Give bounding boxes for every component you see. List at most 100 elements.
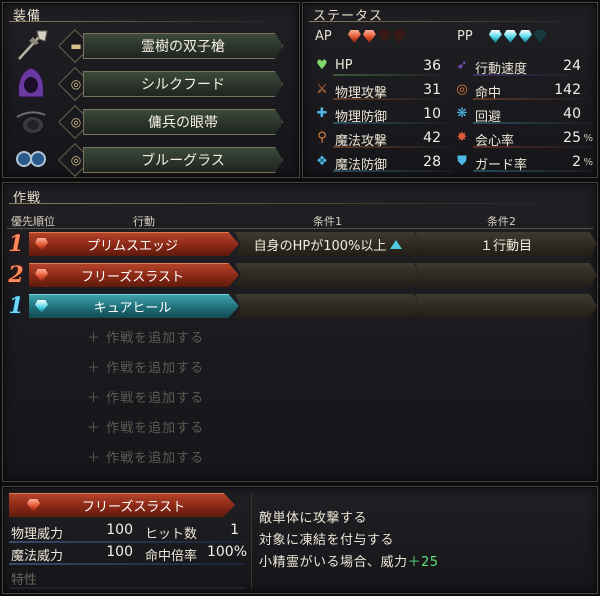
condition-1-button[interactable]: 自身のHPが100%以上	[235, 232, 421, 256]
pp-label: PP	[457, 29, 473, 44]
skill-desc-line-1: 敵単体に攻撃する	[259, 511, 368, 526]
action-label: プリムスエッジ	[86, 239, 178, 254]
ap-gem-icon	[27, 499, 40, 512]
condition-2-button[interactable]	[415, 263, 597, 287]
stat-right-1: ◎ 命中 142	[453, 79, 593, 101]
tactic-row[interactable]: キュアヒール 1	[3, 293, 599, 319]
spear-icon	[18, 30, 48, 60]
stat-left-4: ❖ 魔法防御 28	[313, 151, 453, 173]
add-tactic-button[interactable]: ＋ 作戦を追加する	[87, 417, 204, 436]
pp-gems	[488, 29, 549, 44]
stat-value: 42	[423, 130, 441, 146]
hits-value: 1	[230, 522, 239, 538]
stat-value: 2	[572, 154, 581, 170]
ap-label: AP	[315, 29, 332, 44]
ap-gauge: AP	[315, 29, 408, 44]
ap-gem-icon	[35, 269, 48, 282]
stat-left-3: ⚲ 魔法攻撃 42	[313, 127, 453, 149]
condition-1-label: 自身のHPが100%以上	[253, 238, 387, 254]
divider	[309, 21, 591, 22]
mag-power-value: 100	[106, 544, 133, 560]
priority-number[interactable]: 1	[5, 293, 27, 319]
target-icon: ◎	[456, 82, 468, 97]
accuracy-value: 100%	[206, 544, 247, 560]
stat-left-0: ♥ HP 36	[313, 55, 453, 77]
divider	[9, 541, 245, 543]
equipment-panel: 装備 ▬ 霊樹の双子槍 ◎ シルクフード ◎ 傭兵の眼帯 ◎ ブルーグラス	[2, 2, 300, 178]
stat-left-1: ⚔ 物理攻撃 31	[313, 79, 453, 101]
equipment-slot-head[interactable]: ◎ シルクフード	[11, 65, 293, 101]
stat-unit: %	[583, 157, 593, 168]
wing-icon: ➶	[456, 58, 468, 73]
stat-unit: %	[583, 133, 593, 144]
stat-left-2: ✚ 物理防御 10	[313, 103, 453, 125]
action-button[interactable]: キュアヒール	[29, 294, 239, 318]
action-label: キュアヒール	[93, 301, 172, 316]
stat-label: 会心率	[475, 134, 515, 149]
add-tactic-button[interactable]: ＋ 作戦を追加する	[87, 327, 204, 346]
stat-label: 物理防御	[335, 110, 388, 125]
ring-slot-icon: ◎	[70, 153, 82, 167]
stat-right-2: ❋ 回避 40	[453, 103, 593, 125]
ap-gems	[347, 29, 408, 44]
stat-value: 31	[423, 82, 441, 98]
gem-empty-icon	[392, 30, 406, 43]
critical-icon: ✸	[456, 130, 468, 145]
equipment-name: 霊樹の双子槍	[83, 33, 283, 59]
phys-power-value: 100	[106, 522, 133, 538]
condition-1-button[interactable]	[235, 294, 421, 318]
stat-value: 10	[423, 106, 441, 122]
trait-label: 特性	[11, 573, 38, 588]
stat-label: HP	[335, 58, 353, 73]
stat-value: 24	[563, 58, 581, 74]
condition-2-button[interactable]: １行動目	[415, 232, 597, 256]
eyepatch-icon	[16, 111, 46, 135]
condition-2-button[interactable]	[415, 294, 597, 318]
tactic-row[interactable]: フリーズスラスト 2	[3, 262, 599, 288]
add-tactic-button[interactable]: ＋ 作戦を追加する	[87, 447, 204, 466]
hits-label: ヒット数	[145, 527, 198, 542]
header-action: 行動	[133, 215, 155, 228]
stat-right-3: ✸ 会心率 25%	[453, 127, 593, 149]
stat-right-0: ➶ 行動速度 24	[453, 55, 593, 77]
shield-icon: ⛊	[457, 154, 467, 169]
skill-desc-text: 小精霊がいる場合、威力	[259, 555, 408, 570]
mag-power-label: 魔法威力	[11, 549, 64, 564]
triangle-up-icon	[390, 239, 403, 249]
action-button[interactable]: プリムスエッジ	[29, 232, 239, 256]
gem-filled-icon	[488, 30, 502, 43]
stat-label: 回避	[475, 110, 502, 125]
equipment-slot-weapon[interactable]: ▬ 霊樹の双子槍	[11, 27, 293, 63]
pp-gem-icon	[35, 300, 48, 313]
gem-filled-icon	[347, 30, 361, 43]
equipment-slot-accessory-1[interactable]: ◎ 傭兵の眼帯	[11, 103, 293, 139]
divider	[9, 203, 591, 204]
divider	[7, 228, 593, 229]
hood-icon	[18, 67, 44, 98]
stat-right-4: ⛊ ガード率 2%	[453, 151, 593, 173]
stat-label: 行動速度	[475, 62, 528, 77]
tactic-row[interactable]: 自身のHPが100%以上 １行動目 プリムスエッジ 1	[3, 231, 599, 257]
skill-desc-line-3: 小精霊がいる場合、威力＋25	[259, 551, 439, 570]
condition-1-button[interactable]	[235, 263, 421, 287]
equipment-name: ブルーグラス	[83, 147, 283, 173]
stat-label: 命中	[475, 86, 502, 101]
priority-number[interactable]: 2	[5, 262, 27, 288]
skill-name: フリーズスラスト	[82, 500, 186, 515]
goggles-icon	[16, 151, 46, 167]
condition-2-label: １行動目	[479, 238, 532, 254]
header-condition-1: 条件1	[313, 215, 342, 228]
ap-gem-icon	[35, 238, 48, 251]
divider	[9, 563, 245, 565]
ward-icon: ❖	[316, 154, 328, 169]
accuracy-label: 命中倍率	[145, 549, 198, 564]
sword-icon: ⚔	[316, 82, 328, 97]
header-priority: 優先順位	[11, 215, 55, 228]
stat-value: 28	[423, 154, 441, 170]
action-button[interactable]: フリーズスラスト	[29, 263, 239, 287]
gem-filled-icon	[362, 30, 376, 43]
priority-number[interactable]: 1	[5, 231, 27, 257]
equipment-slot-accessory-2[interactable]: ◎ ブルーグラス	[11, 141, 293, 177]
add-tactic-button[interactable]: ＋ 作戦を追加する	[87, 357, 204, 376]
add-tactic-button[interactable]: ＋ 作戦を追加する	[87, 387, 204, 406]
